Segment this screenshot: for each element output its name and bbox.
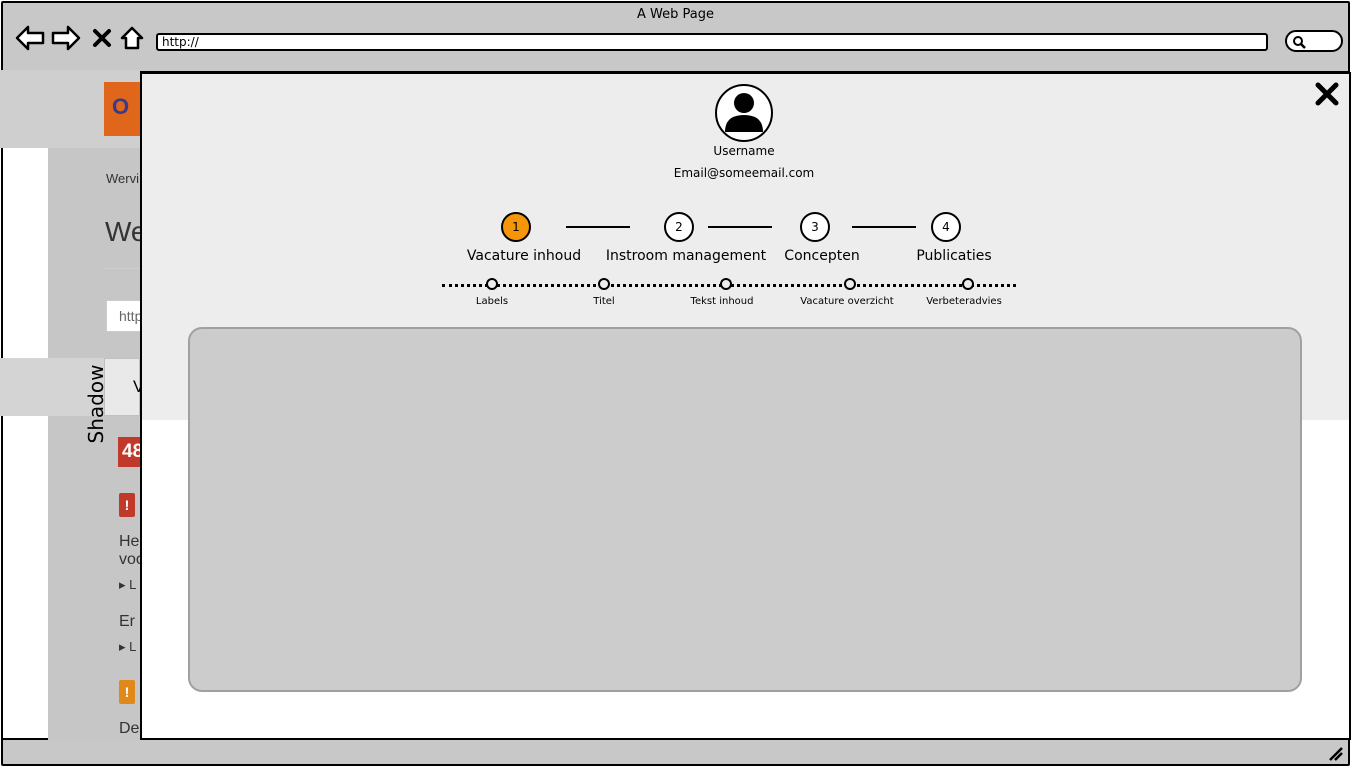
step-2-label[interactable]: Instroom management bbox=[606, 248, 766, 264]
background-heading: We bbox=[105, 216, 140, 247]
search-icon bbox=[1293, 36, 1306, 49]
substep-1-circle[interactable] bbox=[486, 278, 498, 290]
background-count-badge: 48 bbox=[118, 437, 140, 467]
user-icon bbox=[725, 93, 763, 132]
substep-5-label[interactable]: Verbeteradvies bbox=[926, 296, 1002, 307]
substep-3-label[interactable]: Tekst inhoud bbox=[691, 296, 754, 307]
background-logo: O bbox=[104, 82, 140, 136]
background-paragraph-1b: voo bbox=[119, 551, 140, 568]
stop-icon[interactable] bbox=[87, 23, 117, 53]
step-2-circle[interactable]: 2 bbox=[664, 212, 694, 242]
step-4-circle[interactable]: 4 bbox=[931, 212, 961, 242]
step-connector bbox=[708, 226, 772, 228]
user-email: Email@someemail.com bbox=[673, 166, 815, 180]
background-paragraph-3: De bbox=[119, 720, 140, 737]
step-3-circle[interactable]: 3 bbox=[800, 212, 830, 242]
substep-3-circle[interactable] bbox=[720, 278, 732, 290]
step-1-circle[interactable]: 1 bbox=[501, 212, 531, 242]
caret-right-icon: ▸ bbox=[119, 577, 126, 592]
substep-4-label[interactable]: Vacature overzicht bbox=[800, 296, 893, 307]
content-placeholder-panel bbox=[188, 327, 1302, 692]
background-tab[interactable]: V bbox=[104, 358, 144, 416]
error-alert-icon: ! bbox=[119, 493, 135, 517]
step-1-label[interactable]: Vacature inhoud bbox=[467, 248, 581, 264]
background-paragraph-1a: He bbox=[119, 533, 140, 550]
warning-alert-icon: ! bbox=[119, 680, 135, 704]
resize-handle-icon[interactable] bbox=[1326, 744, 1344, 762]
substep-2-circle[interactable] bbox=[598, 278, 610, 290]
avatar[interactable] bbox=[715, 84, 773, 142]
substep-4-circle[interactable] bbox=[844, 278, 856, 290]
background-divider bbox=[104, 268, 140, 269]
close-icon[interactable] bbox=[1313, 80, 1341, 108]
username: Username bbox=[713, 144, 775, 158]
substep-1-label[interactable]: Labels bbox=[476, 296, 508, 307]
step-3-label[interactable]: Concepten bbox=[784, 248, 859, 264]
background-input[interactable]: http bbox=[106, 300, 142, 332]
background-paragraph-2: Er bbox=[119, 613, 135, 630]
window-title: A Web Page bbox=[637, 7, 714, 22]
forward-arrow-icon[interactable] bbox=[51, 23, 81, 53]
substep-5-circle[interactable] bbox=[962, 278, 974, 290]
home-icon[interactable] bbox=[117, 23, 147, 53]
step-4-label[interactable]: Publicaties bbox=[916, 248, 991, 264]
caret-right-icon: ▸ bbox=[119, 639, 126, 654]
wizard-modal: Username Email@someemail.com 1 2 3 4 Vac… bbox=[140, 72, 1351, 740]
browser-search-box[interactable] bbox=[1285, 30, 1343, 52]
step-connector bbox=[566, 226, 630, 228]
browser-titlebar: A Web Page http:// bbox=[3, 3, 1348, 73]
background-breadcrumb[interactable]: Wervi bbox=[106, 171, 140, 186]
browser-statusbar bbox=[3, 738, 1348, 764]
background-list-item-1[interactable]: ▸ L bbox=[119, 577, 140, 593]
background-list-item-2[interactable]: ▸ L bbox=[119, 639, 140, 655]
back-arrow-icon[interactable] bbox=[15, 23, 45, 53]
substep-2-label[interactable]: Titel bbox=[593, 296, 614, 307]
shadow-label: Shadow bbox=[84, 364, 108, 444]
url-input[interactable]: http:// bbox=[156, 33, 1268, 51]
step-connector bbox=[852, 226, 916, 228]
